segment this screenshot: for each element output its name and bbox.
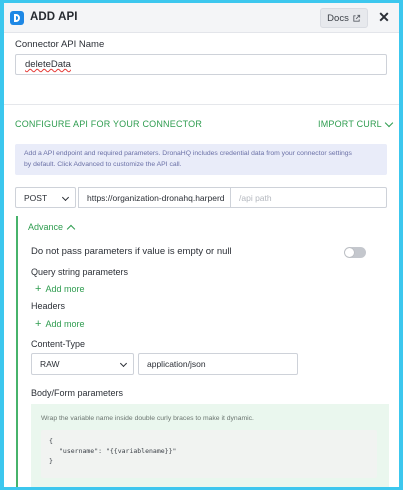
plus-icon: + (35, 317, 42, 330)
dialog-header: ADD API Docs ✕ (4, 3, 399, 33)
connector-name-input[interactable]: deleteData (15, 54, 387, 75)
docs-button[interactable]: Docs (320, 8, 368, 28)
query-add-more-button[interactable]: + Add more (35, 282, 85, 295)
chevron-down-icon (61, 193, 70, 202)
docs-button-label: Docs (327, 12, 349, 24)
info-text-line: Add a API endpoint and required paramete… (24, 150, 352, 157)
code-line: } (49, 457, 53, 465)
add-more-label: Add more (45, 284, 85, 294)
base-url-field: https://organization-dronahq.harperd (78, 187, 230, 208)
connector-name-value: deleteData (25, 59, 71, 70)
content-type-mode-value: RAW (40, 359, 60, 369)
add-more-label: Add more (45, 319, 85, 329)
advance-section-rule (16, 216, 18, 487)
api-info-note: Add a API endpoint and required paramete… (15, 144, 387, 175)
code-line: { (49, 437, 53, 445)
chevron-down-icon (119, 359, 128, 368)
skip-empty-params-label: Do not pass parameters if value is empty… (31, 246, 232, 257)
api-path-input[interactable]: /api path (230, 187, 387, 208)
headers-label: Headers (31, 301, 66, 311)
skip-empty-params-toggle[interactable] (344, 247, 366, 258)
chevron-down-icon (384, 118, 394, 127)
body-params-label: Body/Form parameters (31, 388, 124, 398)
body-hint-text: Wrap the variable name inside double cur… (41, 415, 254, 422)
info-text-line: by default. Click Advanced to customize … (24, 161, 182, 168)
connector-name-label: Connector API Name (15, 39, 105, 50)
dialog-title: ADD API (30, 11, 78, 23)
code-line: "username": "{{variablename}}" (59, 447, 177, 455)
section-divider (4, 104, 399, 105)
http-method-value: POST (24, 193, 48, 203)
body-params-panel: Wrap the variable name inside double cur… (31, 404, 389, 487)
http-method-select[interactable]: POST (15, 187, 76, 208)
import-curl-label: IMPORT CURL (318, 119, 382, 129)
close-icon[interactable]: ✕ (377, 9, 391, 25)
content-type-mode-select[interactable]: RAW (31, 353, 134, 375)
toggle-knob (345, 248, 354, 257)
plus-icon: + (35, 282, 42, 295)
configure-api-title: CONFIGURE API FOR YOUR CONNECTOR (15, 119, 203, 129)
content-type-label: Content-Type (31, 339, 86, 349)
chevron-up-icon (66, 224, 76, 233)
headers-add-more-button[interactable]: + Add more (35, 317, 85, 330)
external-link-icon (353, 14, 360, 22)
add-api-dialog: ADD API Docs ✕ Connector API Name delete… (4, 3, 399, 487)
body-code-editor[interactable]: { "username": "{{variablename}}" } (41, 430, 377, 478)
advance-label: Advance (28, 222, 64, 232)
content-type-input[interactable]: application/json (138, 353, 298, 375)
advance-toggle[interactable]: Advance (28, 222, 76, 233)
import-curl-button[interactable]: IMPORT CURL (318, 118, 394, 129)
dronahq-logo-icon (10, 11, 24, 25)
query-params-label: Query string parameters (31, 267, 129, 277)
